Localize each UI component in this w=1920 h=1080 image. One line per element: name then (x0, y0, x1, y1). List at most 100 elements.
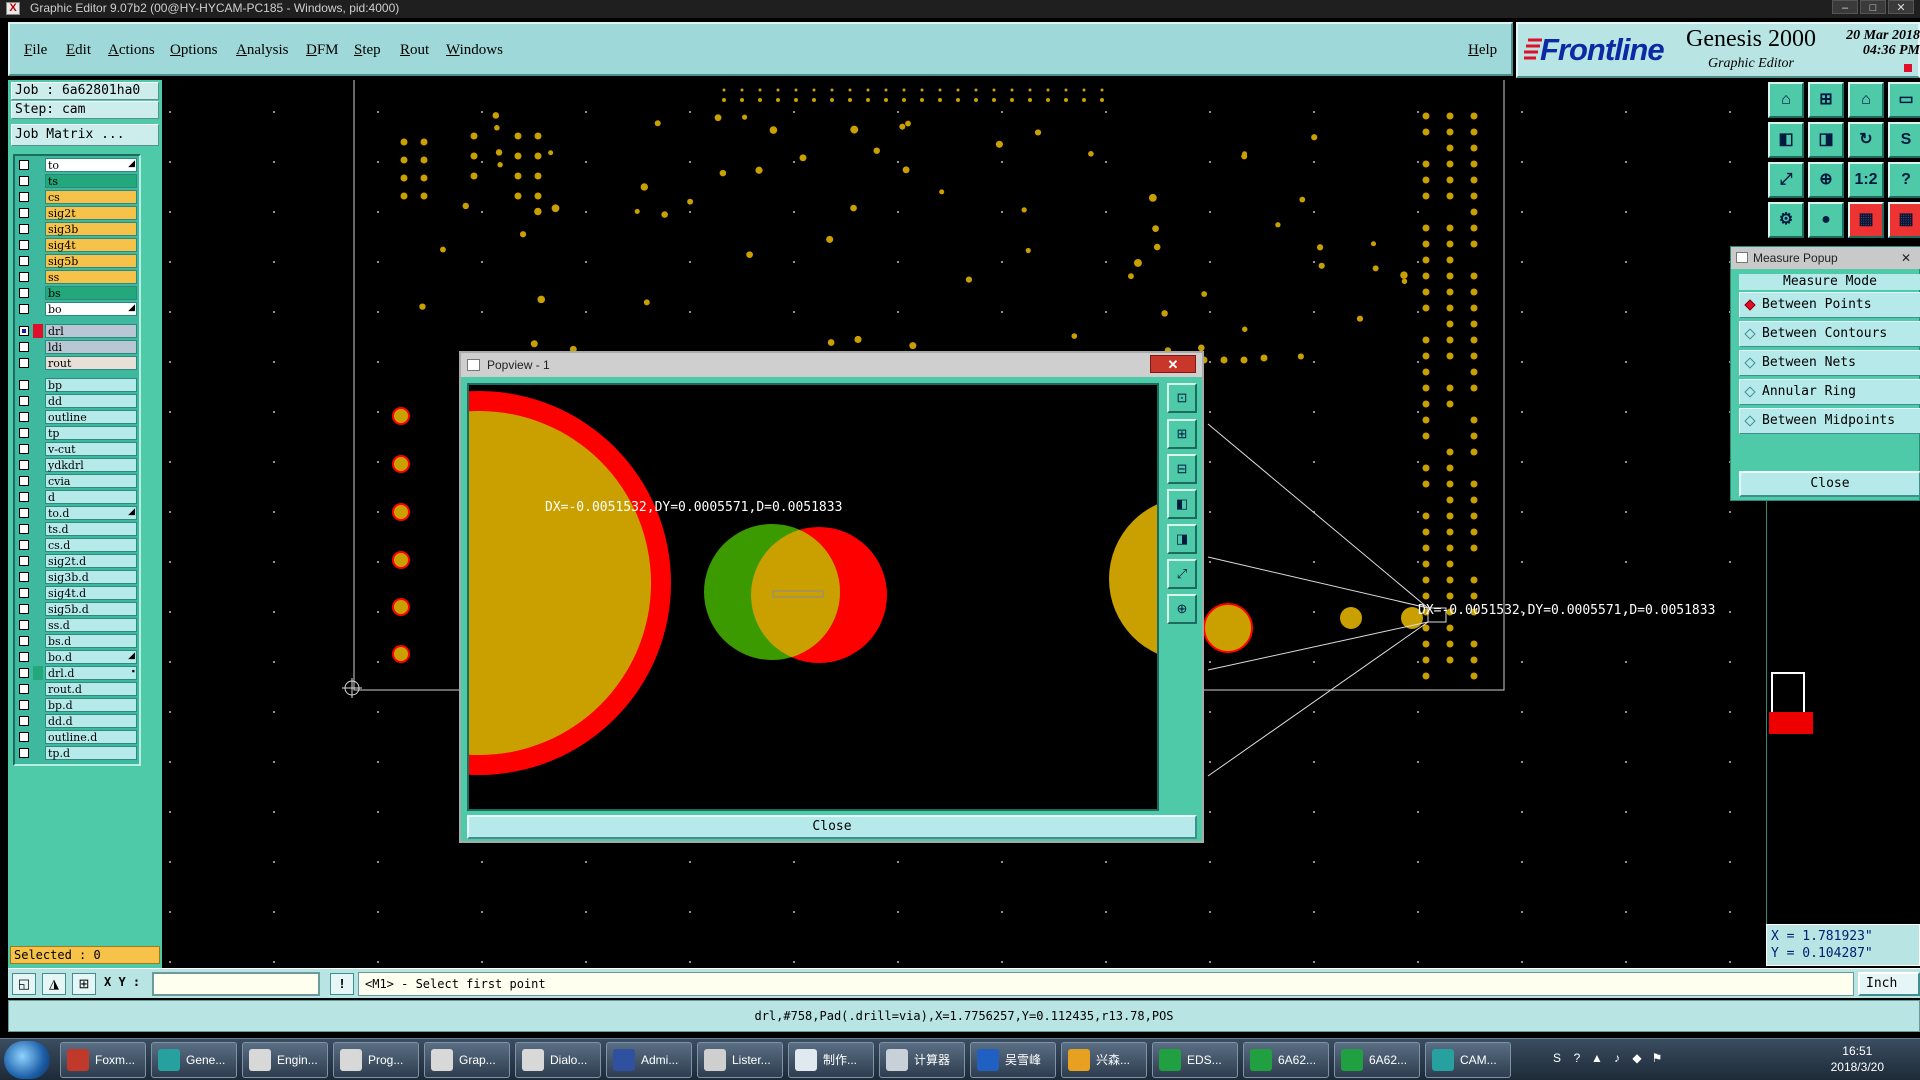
pan-right-icon[interactable]: ◨ (1808, 122, 1844, 158)
layer-name[interactable]: bs (45, 286, 137, 300)
layer-checkbox[interactable] (19, 288, 29, 298)
taskbar-item[interactable]: Foxm... (60, 1042, 146, 1078)
scale-icon[interactable]: 1:2 (1848, 162, 1884, 198)
layer-checkbox[interactable] (19, 476, 29, 486)
fit-icon[interactable]: ⤢ (1768, 162, 1804, 198)
menu-windows[interactable]: Windows (446, 42, 503, 59)
layer-row[interactable]: drl.d ▪ (17, 666, 137, 680)
layer-name[interactable]: ss.d (45, 618, 137, 632)
layer-checkbox[interactable] (19, 358, 29, 368)
help-icon[interactable]: ? (1888, 162, 1920, 198)
layer-name[interactable]: dd (45, 394, 137, 408)
layer-checkbox[interactable] (19, 668, 29, 678)
layer-name[interactable]: cs.d (45, 538, 137, 552)
layer-name[interactable]: sig4t (45, 238, 137, 252)
layer-checkbox[interactable] (19, 444, 29, 454)
menu-rout[interactable]: Rout (400, 42, 429, 59)
popview-canvas[interactable]: DX=-0.0051532,DY=0.0005571,D=0.0051833 (467, 383, 1159, 811)
layer-name[interactable]: drl.d (45, 666, 137, 680)
tray-shield-icon[interactable]: ◆ (1630, 1051, 1644, 1065)
layer-checkbox[interactable] (19, 240, 29, 250)
taskbar-item[interactable]: 制作... (788, 1042, 874, 1078)
taskbar-item[interactable]: Admi... (606, 1042, 692, 1078)
units-selector[interactable]: Inch (1858, 972, 1920, 996)
layer-name[interactable]: ydkdrl (45, 458, 137, 472)
layer-checkbox[interactable] (19, 492, 29, 502)
maximize-button[interactable]: □ (1860, 0, 1886, 14)
execute-button[interactable]: ! (330, 973, 354, 995)
popview-zoom-out-icon[interactable]: ⊟ (1167, 454, 1197, 484)
taskbar-item[interactable]: 6A62... (1334, 1042, 1420, 1078)
layer-checkbox[interactable] (19, 716, 29, 726)
layer-row[interactable]: tp (17, 426, 137, 440)
layer-row[interactable]: sig5b (17, 254, 137, 268)
measure-option-between-points[interactable]: Between Points (1739, 292, 1920, 318)
layer-row[interactable]: tp.d (17, 746, 137, 760)
taskbar-item[interactable]: 吴雪峰 (970, 1042, 1056, 1078)
layer-name[interactable]: bp (45, 378, 137, 392)
start-button[interactable] (4, 1041, 50, 1079)
taskbar-item[interactable]: Prog... (333, 1042, 419, 1078)
layer-name[interactable]: to (45, 158, 137, 172)
taskbar-item[interactable]: 计算器 (879, 1042, 965, 1078)
layer-name[interactable]: cs (45, 190, 137, 204)
layer-checkbox[interactable] (19, 508, 29, 518)
layer-name[interactable]: cvia (45, 474, 137, 488)
layer-checkbox[interactable] (19, 192, 29, 202)
menu-help[interactable]: Help (1468, 42, 1497, 59)
layer-name[interactable]: rout.d (45, 682, 137, 696)
layer-row[interactable]: sig4t.d (17, 586, 137, 600)
layer-checkbox[interactable] (19, 460, 29, 470)
layer-row[interactable]: ydkdrl (17, 458, 137, 472)
taskbar-item[interactable]: 6A62... (1243, 1042, 1329, 1078)
taskbar-item[interactable]: Gene... (151, 1042, 237, 1078)
zoom-all-icon[interactable]: ⊕ (1808, 162, 1844, 198)
popview-zoom-all-icon[interactable]: ⊕ (1167, 594, 1197, 624)
window-icon[interactable]: ▭ (1888, 82, 1920, 118)
layer-row[interactable]: sig5b.d (17, 602, 137, 616)
layer-row[interactable]: sig2t.d (17, 554, 137, 568)
layer-checkbox[interactable] (19, 540, 29, 550)
popview-fit-icon[interactable]: ⤢ (1167, 559, 1197, 589)
zoom-in-icon[interactable]: ⊞ (1808, 82, 1844, 118)
popview-pan-left-icon[interactable]: ◧ (1167, 489, 1197, 519)
measure-option-between-contours[interactable]: Between Contours (1739, 321, 1920, 347)
layer-name[interactable]: bp.d (45, 698, 137, 712)
layer-checkbox[interactable] (19, 700, 29, 710)
layer-name[interactable]: bo (45, 302, 137, 316)
layer-row[interactable]: ts (17, 174, 137, 188)
layer-name[interactable]: bo.d (45, 650, 137, 664)
layer-row[interactable]: drl (17, 324, 137, 338)
tray-flag-icon[interactable]: ⚑ (1650, 1051, 1664, 1065)
layer-name[interactable]: tp (45, 426, 137, 440)
layer-checkbox[interactable] (19, 208, 29, 218)
xy-input[interactable] (152, 972, 320, 996)
layer-name[interactable]: ts.d (45, 522, 137, 536)
layer-name[interactable]: sig2t.d (45, 554, 137, 568)
clock[interactable]: 16:51 2018/3/20 (1831, 1043, 1884, 1075)
layer-name[interactable]: sig5b (45, 254, 137, 268)
pan-left-icon[interactable]: ◧ (1768, 122, 1804, 158)
tray-s-icon[interactable]: S (1550, 1051, 1564, 1065)
layer-row[interactable]: ss (17, 270, 137, 284)
layer-row[interactable]: d (17, 490, 137, 504)
layer-checkbox[interactable] (19, 572, 29, 582)
layer-row[interactable]: dd.d (17, 714, 137, 728)
layer-row[interactable]: rout.d (17, 682, 137, 696)
layer-name[interactable]: outline.d (45, 730, 137, 744)
menu-options[interactable]: Options (170, 42, 218, 59)
job-matrix-button[interactable]: Job Matrix ... (11, 124, 159, 146)
layer-checkbox[interactable] (19, 396, 29, 406)
tray-network-icon[interactable]: ▲ (1590, 1051, 1604, 1065)
popview-zoom-icon[interactable]: ⊡ (1167, 383, 1197, 413)
taskbar-item[interactable]: EDS... (1152, 1042, 1238, 1078)
layer-row[interactable]: bp (17, 378, 137, 392)
layer-name[interactable]: outline (45, 410, 137, 424)
measure-option-between-nets[interactable]: Between Nets (1739, 350, 1920, 376)
layer-display-icon[interactable]: ▦ (1848, 202, 1884, 238)
layer-checkbox[interactable] (19, 160, 29, 170)
layer-name[interactable]: sig3b (45, 222, 137, 236)
layer-name[interactable]: sig3b.d (45, 570, 137, 584)
layer-row[interactable]: bo.d ◢ (17, 650, 137, 664)
zoom-home-icon[interactable]: ⌂ (1768, 82, 1804, 118)
